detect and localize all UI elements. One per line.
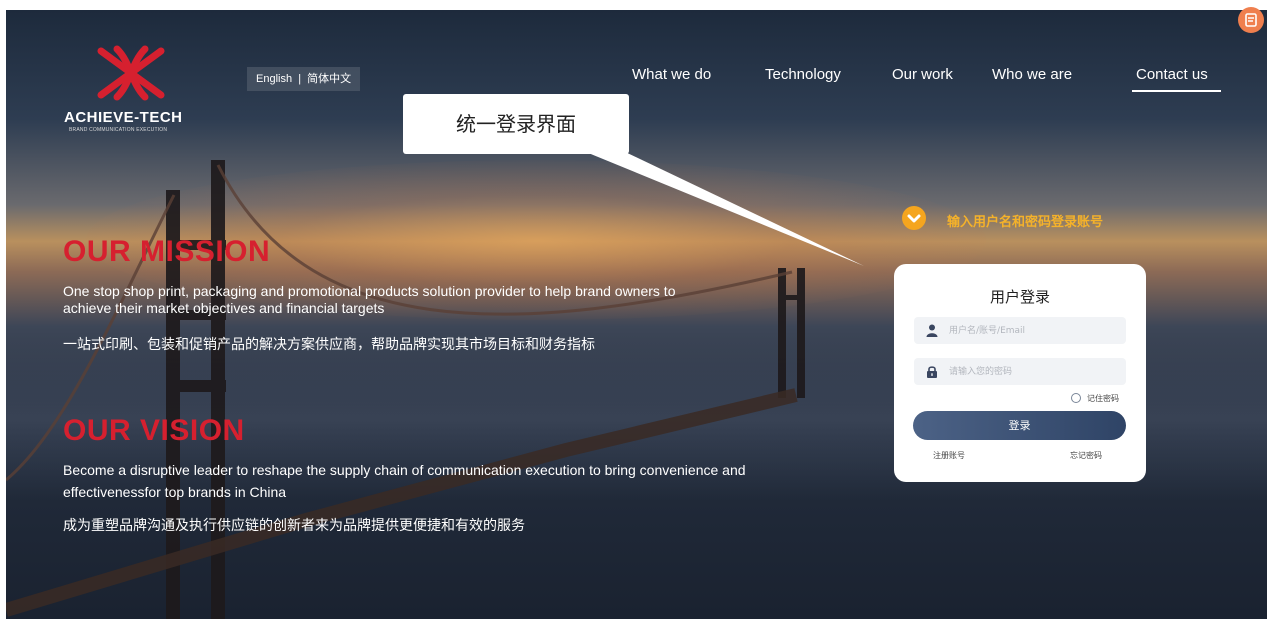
callout-text: 统一登录界面 bbox=[456, 112, 576, 136]
hero-background: ACHIEVE-TECH BRAND COMMUNICATION EXECUTI… bbox=[6, 10, 1267, 619]
chat-icon[interactable] bbox=[1238, 7, 1264, 33]
brand-tagline: BRAND COMMUNICATION EXECUTION bbox=[69, 127, 168, 133]
username-input[interactable] bbox=[949, 317, 1119, 344]
password-input[interactable] bbox=[949, 358, 1119, 385]
language-switch[interactable]: English | 简体中文 bbox=[247, 67, 361, 91]
nav-who-we-are[interactable]: Who we are bbox=[992, 66, 1072, 83]
vision-heading: OUR VISION bbox=[63, 414, 245, 447]
password-field bbox=[914, 358, 1126, 385]
remember-label: 记住密码 bbox=[1087, 394, 1119, 403]
mission-text-cn: 一站式印刷、包装和促销产品的解决方案供应商，帮助品牌实现其市场目标和财务指标 bbox=[63, 337, 595, 353]
register-link[interactable]: 注册账号 bbox=[933, 450, 965, 461]
remember-password[interactable]: 记住密码 bbox=[1071, 393, 1119, 404]
mission-heading: OUR MISSION bbox=[63, 235, 271, 268]
nav-technology[interactable]: Technology bbox=[765, 66, 841, 83]
nav-our-work[interactable]: Our work bbox=[892, 66, 953, 83]
remember-radio[interactable] bbox=[1071, 393, 1081, 403]
vision-text-en: Become a disruptive leader to reshape th… bbox=[63, 462, 746, 500]
achieve-tech-logo[interactable] bbox=[91, 43, 171, 103]
nav-contact-us[interactable]: Contact us bbox=[1136, 66, 1208, 83]
lock-icon bbox=[927, 366, 937, 378]
brand-name: ACHIEVE-TECH bbox=[64, 109, 183, 126]
chevron-down-icon bbox=[902, 206, 926, 230]
login-button[interactable]: 登录 bbox=[913, 411, 1126, 440]
login-hint: 输入用户名和密码登录账号 bbox=[947, 215, 1104, 230]
forgot-password-link[interactable]: 忘记密码 bbox=[1070, 450, 1102, 461]
vision-text-cn: 成为重塑品牌沟通及执行供应链的创新者来为品牌提供更便捷和有效的服务 bbox=[63, 518, 525, 534]
mission-text-en: One stop shop print, packaging and promo… bbox=[63, 283, 676, 316]
nav-active-indicator bbox=[1132, 90, 1221, 92]
user-icon bbox=[926, 324, 938, 337]
nav-what-we-do[interactable]: What we do bbox=[632, 66, 711, 83]
username-field bbox=[914, 317, 1126, 344]
login-title: 用户登录 bbox=[989, 288, 1050, 306]
